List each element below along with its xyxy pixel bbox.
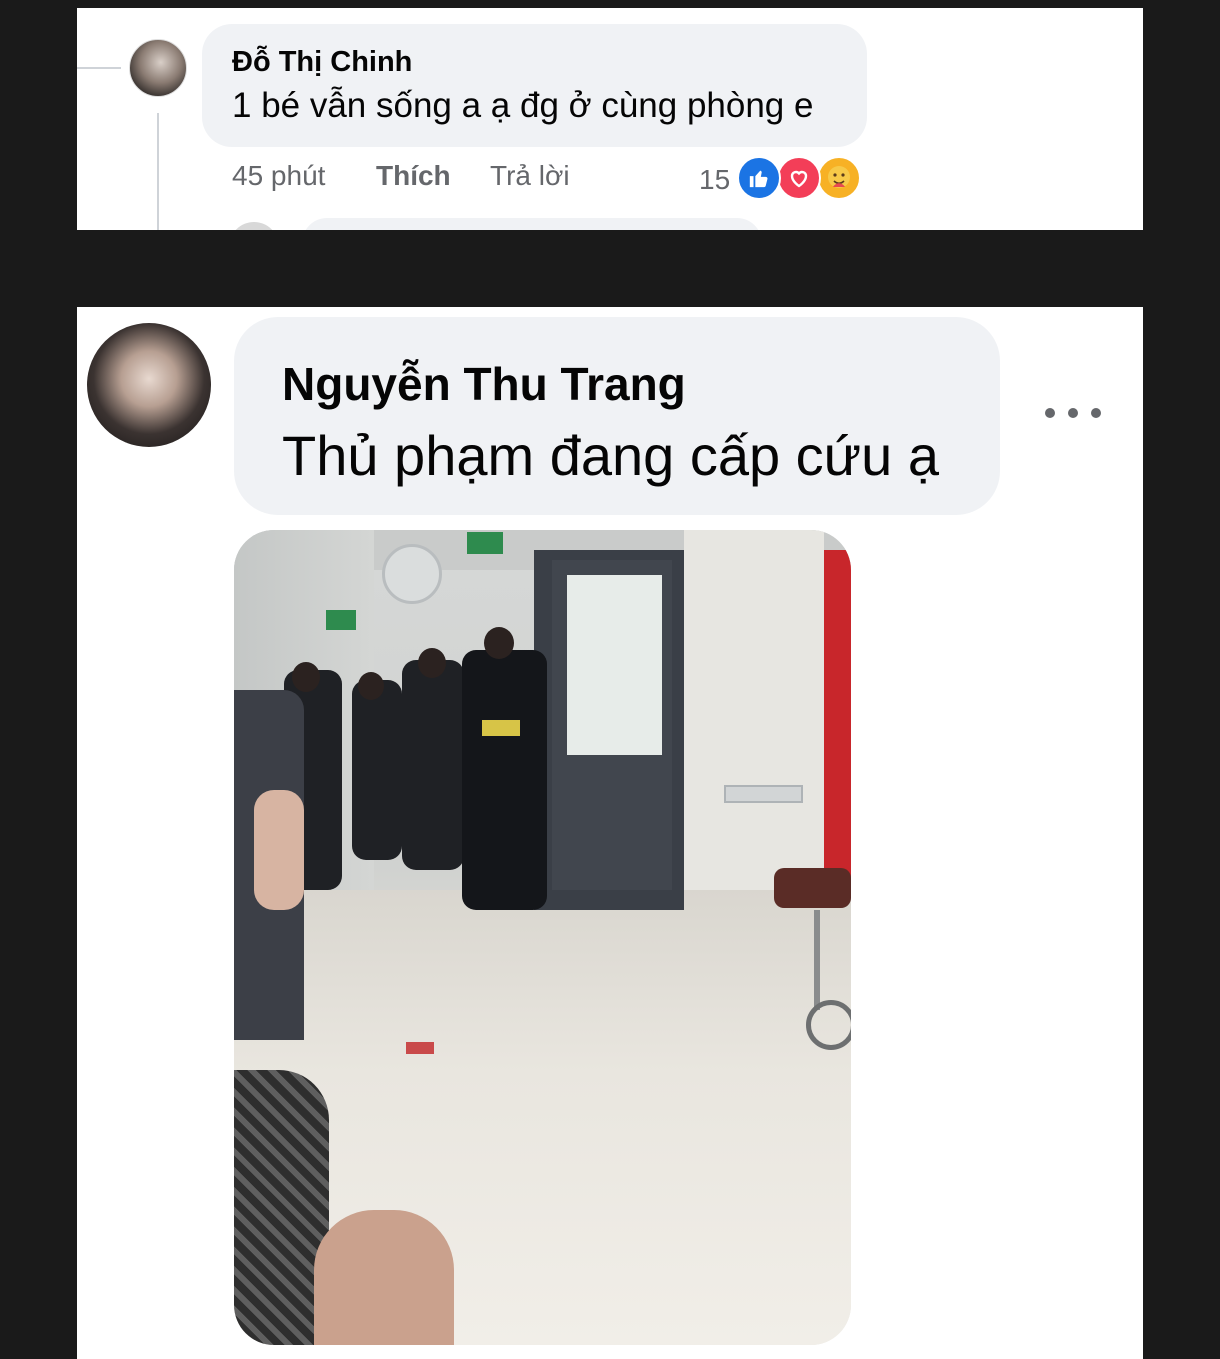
wall-fan-icon	[382, 544, 442, 604]
comment-text: Thủ phạm đang cấp cứu ạ	[282, 424, 940, 487]
comment-bubble: Đỗ Thị Chinh 1 bé vẫn sống a ạ đg ở cùng…	[202, 24, 867, 147]
thread-line-horizontal	[77, 67, 121, 69]
comment-photo[interactable]	[234, 530, 851, 1345]
more-options-icon[interactable]	[1045, 401, 1101, 425]
uniform-badge	[482, 720, 520, 736]
next-comment-bubble	[302, 218, 762, 230]
comment-time[interactable]: 45 phút	[232, 160, 325, 192]
thread-line-vertical	[157, 113, 159, 230]
comment-text: 1 bé vẫn sống a ạ đg ở cùng phòng e	[232, 86, 814, 125]
floor-marker	[406, 1042, 434, 1054]
comment-author[interactable]: Nguyễn Thu Trang	[282, 357, 686, 411]
photo-person	[352, 680, 402, 860]
avatar[interactable]	[87, 323, 211, 447]
photo-person	[402, 660, 464, 870]
care-icon	[817, 156, 861, 200]
comment-card-main: Nguyễn Thu Trang Thủ phạm đang cấp cứu ạ	[77, 307, 1143, 1359]
exit-sign-icon	[326, 610, 356, 630]
photo-head	[358, 672, 384, 700]
like-button[interactable]: Thích	[376, 160, 451, 192]
comment-card-top: Đỗ Thị Chinh 1 bé vẫn sống a ạ đg ở cùng…	[77, 8, 1143, 230]
photo-head	[418, 648, 446, 678]
love-icon	[777, 156, 821, 200]
photo-dispenser	[724, 785, 803, 803]
reaction-summary[interactable]	[737, 156, 863, 202]
like-icon	[737, 156, 781, 200]
photo-head	[292, 662, 320, 692]
exit-sign-icon	[467, 532, 503, 554]
photo-arm	[254, 790, 304, 910]
photo-head	[484, 627, 514, 659]
comment-author[interactable]: Đỗ Thị Chinh	[232, 46, 412, 79]
photo-stretcher	[774, 868, 851, 908]
photo-door-window	[567, 575, 662, 755]
photo-wheel	[806, 1000, 851, 1050]
reaction-count[interactable]: 15	[699, 164, 730, 196]
next-comment-avatar	[229, 222, 279, 230]
avatar[interactable]	[129, 39, 187, 97]
photo-red-panel	[824, 550, 851, 880]
photo-stretcher-frame	[814, 910, 820, 1010]
reply-button[interactable]: Trả lời	[490, 160, 570, 192]
comment-bubble: Nguyễn Thu Trang Thủ phạm đang cấp cứu ạ	[234, 317, 1000, 515]
photo-hand-foreground	[314, 1210, 454, 1345]
photo-person	[462, 650, 547, 910]
